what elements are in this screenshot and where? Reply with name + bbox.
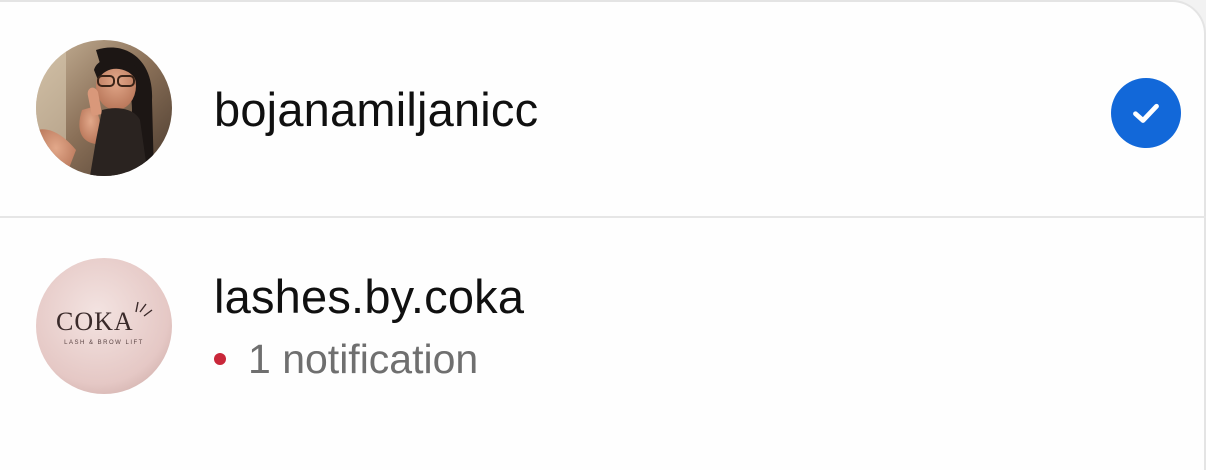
username: bojanamiljanicc bbox=[214, 83, 539, 136]
selected-check-icon bbox=[1111, 78, 1181, 148]
account-switcher-sheet: bojanamiljanicc COKA LASH & BROW LIFT la… bbox=[0, 0, 1206, 470]
username: lashes.by.coka bbox=[214, 270, 525, 323]
coka-logo: COKA LASH & BROW LIFT bbox=[36, 258, 172, 394]
notification-indicator: 1 notification bbox=[214, 335, 478, 383]
account-row-lashes-by-coka[interactable]: COKA LASH & BROW LIFT lashes.by.coka 1 n… bbox=[0, 218, 1206, 428]
account-row-bojanamiljanicc[interactable]: bojanamiljanicc bbox=[0, 2, 1206, 217]
avatar bbox=[36, 40, 172, 176]
logo-tagline: LASH & BROW LIFT bbox=[64, 340, 144, 346]
avatar: COKA LASH & BROW LIFT bbox=[36, 258, 172, 394]
profile-photo bbox=[36, 40, 172, 176]
notification-text: 1 notification bbox=[248, 335, 479, 382]
notification-dot-icon bbox=[214, 353, 226, 365]
logo-text: COKA bbox=[56, 307, 134, 336]
